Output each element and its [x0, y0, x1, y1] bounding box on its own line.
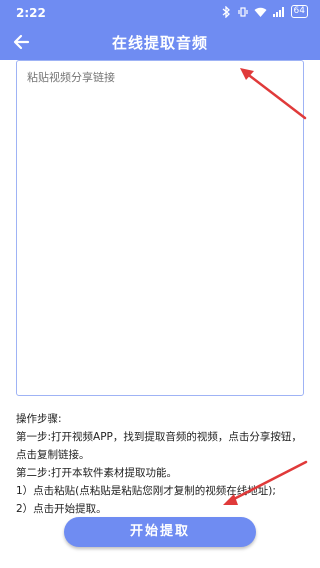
- status-icons: 64: [220, 5, 308, 18]
- battery-indicator: 64: [290, 5, 308, 18]
- bluetooth-icon: [222, 5, 230, 18]
- instructions-step1: 第一步:打开视频APP，找到提取音频的视频，点击分享按钮，点击复制链接。: [16, 431, 302, 461]
- vibrate-icon: [237, 6, 248, 17]
- instructions-sub2: 2）点击开始提取。: [16, 503, 107, 515]
- instructions-heading: 操作步骤:: [16, 413, 62, 425]
- instructions: 操作步骤: 第一步:打开视频APP，找到提取音频的视频，点击分享按钮，点击复制链…: [16, 410, 306, 518]
- wifi-icon: [254, 7, 267, 17]
- link-input[interactable]: [16, 60, 304, 396]
- start-extract-button[interactable]: 开始提取: [64, 517, 256, 547]
- instructions-sub1: 1）点击粘贴(点粘贴是粘贴您刚才复制的视频在线地址);: [16, 485, 276, 497]
- page-title: 在线提取音频: [111, 34, 208, 52]
- instructions-step2: 第二步:打开本软件素材提取功能。: [16, 467, 178, 479]
- app-bar: 在线提取音频: [0, 24, 320, 60]
- status-bar: 2:22 64: [0, 0, 320, 24]
- status-time: 2:22: [16, 6, 46, 20]
- signal-icon: [272, 6, 284, 17]
- app-header: 2:22 64 在线提取音频: [0, 0, 320, 60]
